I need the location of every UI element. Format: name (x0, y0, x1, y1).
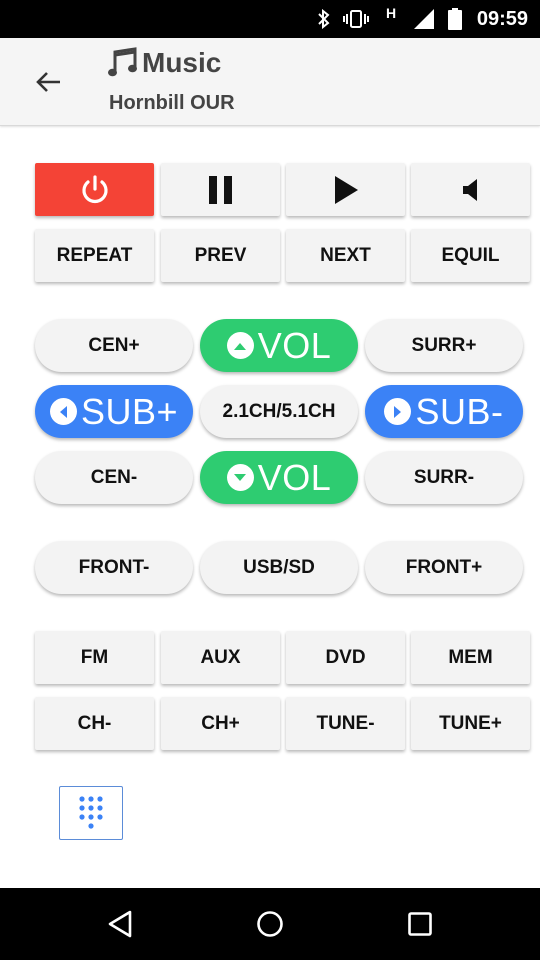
front-minus-button[interactable]: FRONT- (35, 541, 193, 594)
power-icon (81, 174, 108, 203)
surr-minus-button[interactable]: SURR- (365, 451, 523, 504)
tune-minus-button[interactable]: TUNE- (286, 697, 405, 750)
page-title: Music (142, 47, 222, 78)
sub-minus-button[interactable]: SUB- (365, 385, 523, 438)
signal-icon (412, 0, 436, 38)
title-group: Music (108, 47, 221, 79)
page-subtitle: Hornbill OUR (109, 92, 235, 114)
nav-home-icon (257, 911, 283, 937)
channel-mode-button[interactable]: 2.1CH/5.1CH (200, 385, 358, 438)
sub-plus-label: SUB+ (80, 390, 179, 432)
ch-plus-button[interactable]: CH+ (161, 697, 280, 750)
navigation-bar (0, 888, 540, 960)
mute-button[interactable] (411, 163, 530, 216)
repeat-button[interactable]: REPEAT (35, 229, 154, 282)
mem-button[interactable]: MEM (411, 631, 530, 684)
vol-down-button[interactable]: VOL (200, 451, 358, 504)
music-note-icon (108, 47, 137, 77)
arrow-back-icon (36, 72, 60, 92)
h-network-icon: H (386, 5, 397, 21)
arrow-right-icon (384, 398, 412, 425)
usb-sd-button[interactable]: USB/SD (200, 541, 358, 594)
vibrate-icon (342, 0, 370, 38)
status-bar: H 09:59 (0, 0, 540, 38)
arrow-left-icon (49, 398, 77, 425)
sub-minus-label: SUB- (415, 390, 504, 432)
fm-button[interactable]: FM (35, 631, 154, 684)
tune-plus-button[interactable]: TUNE+ (411, 697, 530, 750)
dialpad-icon (79, 796, 103, 829)
prev-button[interactable]: PREV (161, 229, 280, 282)
front-plus-button[interactable]: FRONT+ (365, 541, 523, 594)
surr-plus-button[interactable]: SURR+ (365, 319, 523, 372)
vol-down-label: VOL (257, 456, 332, 498)
nav-home-button[interactable] (250, 906, 290, 942)
cen-minus-button[interactable]: CEN- (35, 451, 193, 504)
nav-back-button[interactable] (100, 906, 140, 942)
next-button[interactable]: NEXT (286, 229, 405, 282)
bluetooth-icon (316, 0, 332, 38)
equil-button[interactable]: EQUIL (411, 229, 530, 282)
cen-plus-button[interactable]: CEN+ (35, 319, 193, 372)
power-button[interactable] (35, 163, 154, 216)
status-time: 09:59 (476, 8, 528, 30)
vol-up-button[interactable]: VOL (200, 319, 358, 372)
battery-icon (448, 0, 462, 38)
play-icon (334, 175, 358, 204)
keypad-button[interactable] (59, 786, 123, 840)
dvd-button[interactable]: DVD (286, 631, 405, 684)
mute-icon (462, 178, 477, 201)
nav-back-icon (108, 910, 132, 938)
nav-recents-button[interactable] (400, 906, 440, 942)
arrow-up-icon (226, 332, 254, 359)
ch-minus-button[interactable]: CH- (35, 697, 154, 750)
nav-recents-icon (408, 912, 432, 936)
aux-button[interactable]: AUX (161, 631, 280, 684)
play-button[interactable] (286, 163, 405, 216)
sub-plus-button[interactable]: SUB+ (35, 385, 193, 438)
app-bar: Music Hornbill OUR (0, 38, 540, 126)
back-button[interactable] (28, 64, 68, 100)
vol-up-label: VOL (257, 324, 332, 366)
pause-button[interactable] (161, 163, 280, 216)
pause-icon (208, 175, 232, 204)
arrow-down-icon (226, 464, 254, 491)
